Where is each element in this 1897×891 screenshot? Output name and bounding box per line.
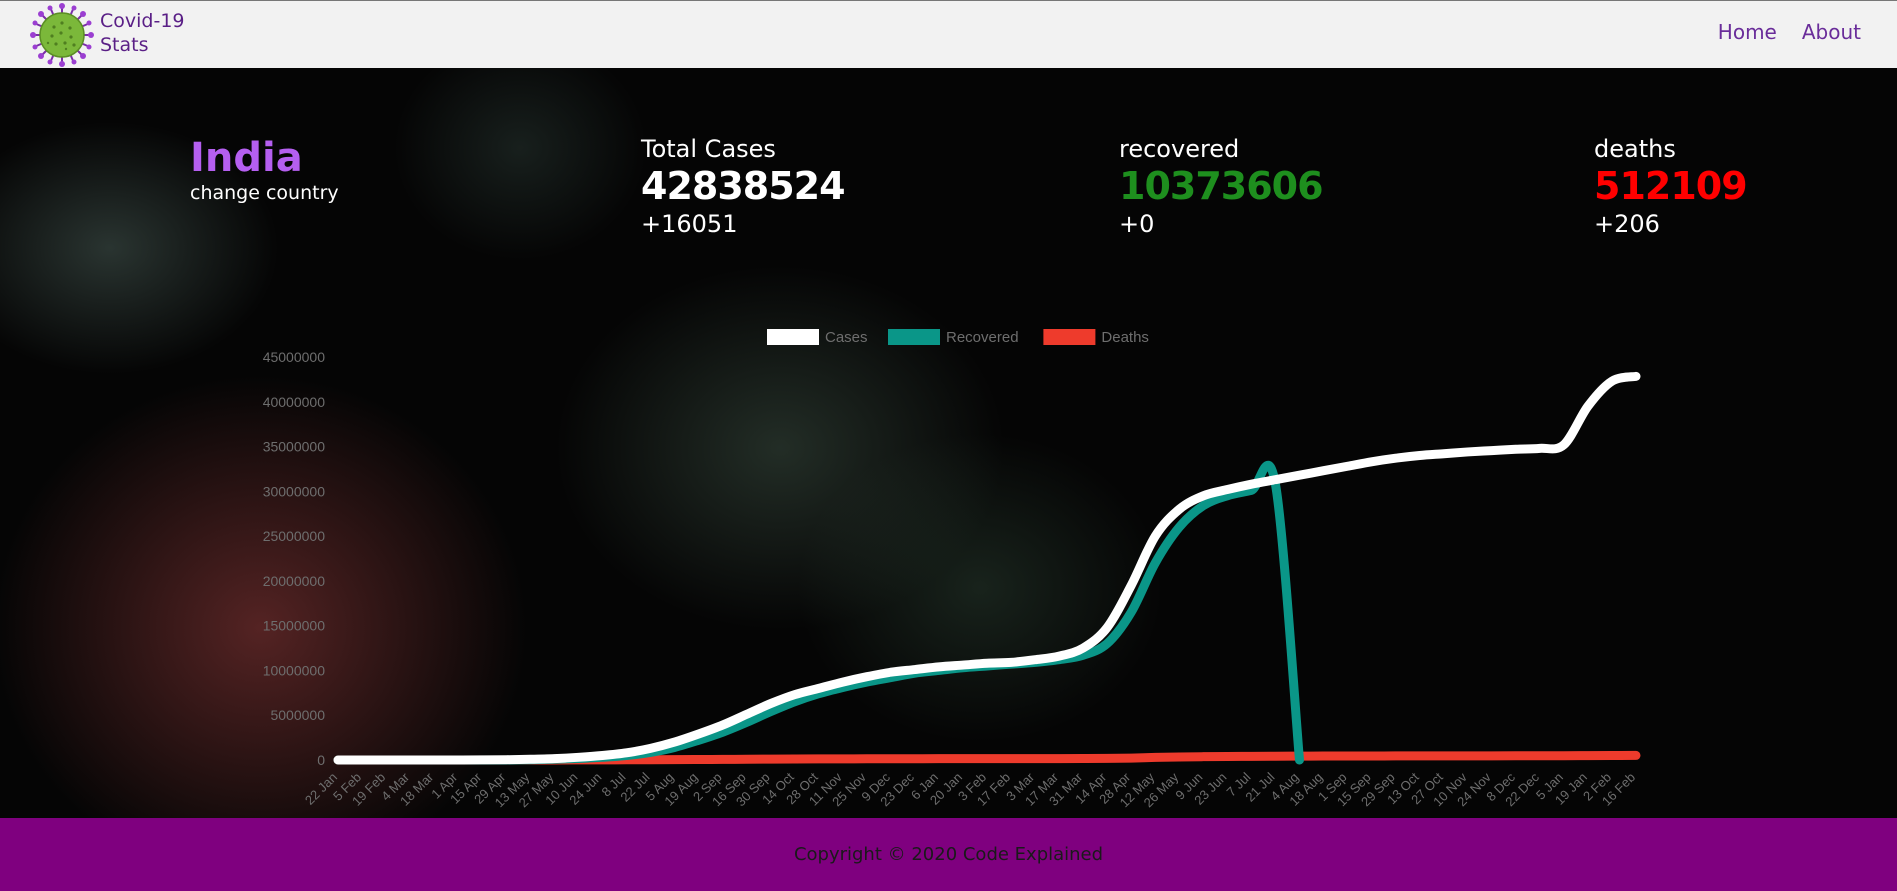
nav-about-link[interactable]: About [1802,20,1861,44]
legend-swatch-deaths [1043,329,1096,345]
y-tick-label: 40000000 [263,394,326,410]
y-tick-label: 45000000 [263,349,326,365]
series-line-recovered [333,461,1304,765]
legend-label-deaths: Deaths [1101,329,1149,346]
footer: Copyright © 2020 Code Explained [0,818,1897,891]
legend-label-recovered: Recovered [946,329,1019,346]
nav-links: Home About [1718,20,1861,44]
navbar: Covid-19 Stats Home About [0,0,1897,68]
virus-logo-icon[interactable] [30,3,94,67]
y-tick-label: 25000000 [263,528,326,544]
footer-copyright: Copyright © 2020 Code Explained [793,844,1104,865]
series-line-cases [333,371,1641,765]
y-tick-label: 20000000 [263,573,326,589]
covid-line-chart[interactable]: 45000000 40000000 35000000 30000000 25000000… [0,68,1897,818]
y-tick-label: 35000000 [263,439,326,455]
legend-swatch-cases [767,329,819,345]
y-tick-label: 15000000 [263,618,326,634]
y-tick-label: 30000000 [263,483,326,499]
legend-swatch-recovered [888,329,940,345]
y-tick-label: 10000000 [263,662,326,678]
y-tick-label: 5000000 [270,707,325,723]
legend-label-cases: Cases [825,329,868,346]
brand-name[interactable]: Covid-19 Stats [100,9,185,57]
y-tick-label: 0 [317,752,325,768]
nav-home-link[interactable]: Home [1718,20,1777,44]
stats-hero: India change country Total Cases 4283852… [0,68,1897,818]
recovered-drop-line [1274,484,1301,761]
brand-line-2: Stats [100,34,149,56]
brand-line-1: Covid-19 [100,10,185,32]
